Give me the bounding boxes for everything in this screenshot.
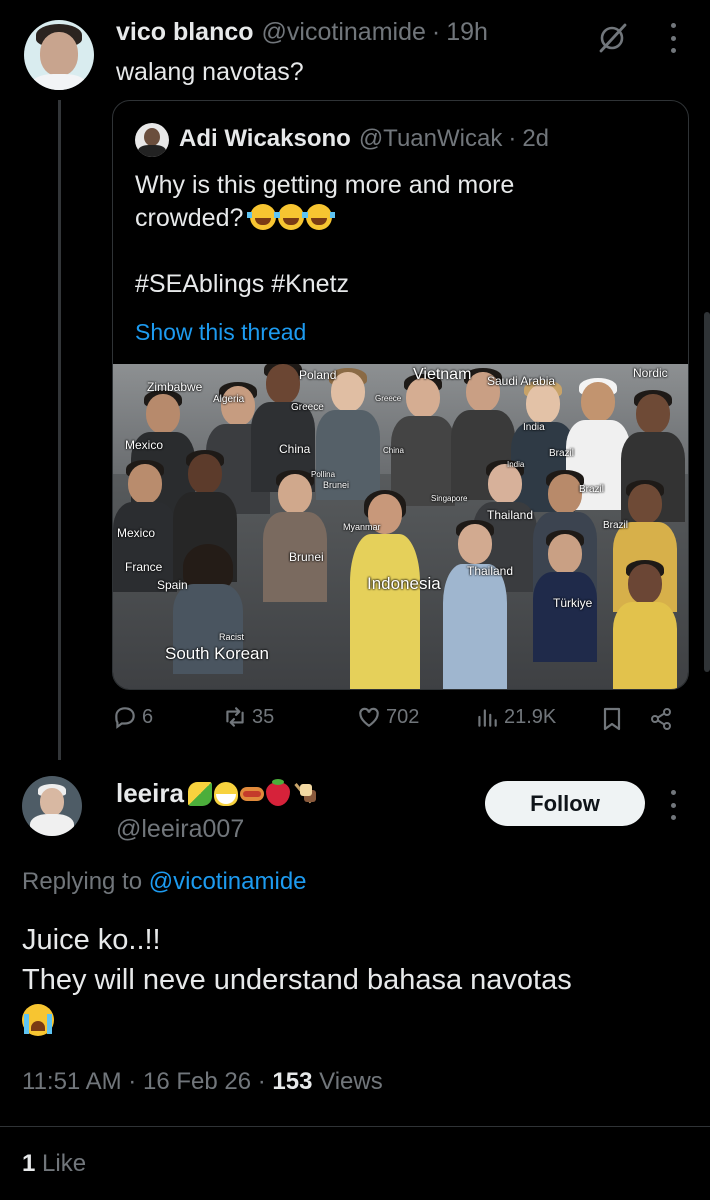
author-name[interactable]: vico blanco xyxy=(116,18,254,47)
corn-emoji xyxy=(187,781,212,806)
laughing-emoji xyxy=(275,204,308,230)
meme-label-brazil-2: Brazil xyxy=(579,484,605,495)
quote-line-1: Why is this getting more and more xyxy=(135,171,515,199)
meme-label-india-2: India xyxy=(507,460,525,469)
repost-icon xyxy=(226,707,244,727)
strawberry-emoji xyxy=(265,778,290,806)
hotdog-emoji xyxy=(239,786,264,801)
quote-blank-line xyxy=(135,235,665,268)
meme-label-brazil-3: Brazil xyxy=(603,520,629,531)
quote-line-2: crowded? xyxy=(135,202,665,235)
repost-count: 35 xyxy=(252,705,275,728)
meme-label-south-korean: South Korean xyxy=(165,644,269,663)
replying-mention-link[interactable]: @vicotinamide xyxy=(149,868,307,895)
likes-label: Like xyxy=(42,1150,87,1177)
quoted-tweet[interactable]: Adi Wicaksono @TuanWicak · 2d Why is thi… xyxy=(112,100,689,690)
replying-to: Replying to @vicotinamide xyxy=(22,868,307,895)
quote-author-name: Adi Wicaksono xyxy=(179,125,351,152)
reply-text: Juice ko..!! They will neve understand b… xyxy=(22,920,692,1047)
tweet-header: vico blanco @vicotinamide · 19h xyxy=(116,18,488,47)
divider xyxy=(0,1126,710,1127)
reply-button[interactable]: 6 xyxy=(112,704,153,730)
grok-icon[interactable] xyxy=(596,22,628,54)
tweet-text: walang navotas? xyxy=(116,58,304,86)
tweet-actions: 6 35 702 21.9K xyxy=(112,700,689,740)
crying-emoji xyxy=(22,1004,54,1036)
meme-label-mexico-2: Mexico xyxy=(117,526,156,540)
meme-label-thailand: Thailand xyxy=(487,508,534,522)
follow-button[interactable]: Follow xyxy=(485,781,645,826)
likes-summary[interactable]: 1 Like xyxy=(22,1150,86,1178)
show-thread-link[interactable]: Show this thread xyxy=(135,319,306,346)
quote-header: Adi Wicaksono @TuanWicak · 2d xyxy=(179,125,549,153)
reply-icon xyxy=(115,707,135,729)
quote-hashtags[interactable]: #SEAblings #Knetz xyxy=(135,268,665,301)
reply-line-1: Juice ko..!! xyxy=(22,924,161,956)
header-separator: · xyxy=(431,18,441,46)
reply-count: 6 xyxy=(142,705,154,728)
meme-label-france: France xyxy=(125,560,163,574)
tweet-vico-blanco[interactable]: vico blanco @vicotinamide · 19h walang n… xyxy=(0,0,710,760)
tweet-time[interactable]: 19h xyxy=(446,18,488,47)
meme-label-china: China xyxy=(279,442,311,456)
meme-label-thailand-2: Thailand xyxy=(467,564,514,578)
meme-label-mexico: Mexico xyxy=(125,438,164,452)
quote-time: 2d xyxy=(522,125,550,152)
skewer-emoji xyxy=(292,782,316,806)
meme-label-brunei-2: Brunei xyxy=(289,550,324,564)
meme-label-vietnam: Vietnam xyxy=(413,366,472,383)
views-count: 21.9K xyxy=(504,705,557,728)
meme-label-racist: Racist xyxy=(219,632,245,642)
views-icon xyxy=(478,709,497,727)
meme-label-greece-2: Greece xyxy=(375,394,402,403)
name-emojis xyxy=(187,778,316,806)
views-button[interactable]: 21.9K xyxy=(474,704,556,730)
meme-label-poland: Poland xyxy=(299,368,337,382)
more-icon[interactable] xyxy=(666,23,680,53)
tweet-date[interactable]: 16 Feb 26 xyxy=(143,1068,251,1095)
quote-author-handle: @TuanWicak xyxy=(358,125,503,152)
tweet-time-of-day[interactable]: 11:51 AM xyxy=(22,1068,122,1095)
meme-label-myanmar: Myanmar xyxy=(343,522,381,532)
meme-label-spain: Spain xyxy=(157,578,188,592)
share-icon[interactable] xyxy=(648,706,674,732)
tweet-timestamp: 11:51 AM · 16 Feb 26 · 153 Views xyxy=(22,1068,383,1095)
quoted-tweet-image[interactable]: Zimbabwe Algeria Poland Greece Greece Vi… xyxy=(113,364,688,689)
meme-label-brazil: Brazil xyxy=(549,448,575,459)
meme-label-saudi-arabia: Saudi Arabia xyxy=(487,374,556,388)
like-button[interactable]: 702 xyxy=(356,704,419,730)
hatching-chick-emoji xyxy=(213,781,238,806)
views-label: Views xyxy=(319,1068,383,1095)
likes-count: 1 xyxy=(22,1150,36,1177)
avatar-leeira[interactable] xyxy=(22,776,82,836)
meme-label-zimbabwe: Zimbabwe xyxy=(147,380,203,394)
view-count: 153 xyxy=(272,1068,313,1095)
more-icon[interactable] xyxy=(666,790,680,820)
like-count: 702 xyxy=(386,705,420,728)
meme-label-china-2: China xyxy=(383,446,404,455)
repost-button[interactable]: 35 xyxy=(222,704,274,730)
laughing-emoji xyxy=(303,204,336,230)
meme-label-greece: Greece xyxy=(291,402,324,413)
meme-label-turkiye: Türkiye xyxy=(553,596,593,610)
meme-label-indonesia: Indonesia xyxy=(367,574,441,593)
meme-label-india: India xyxy=(523,422,545,433)
avatar-vico-blanco[interactable] xyxy=(24,20,94,90)
reply-author-name[interactable]: leeira xyxy=(116,778,316,809)
reply-line-2: They will neve understand bahasa navotas xyxy=(22,964,572,996)
reply-author-handle[interactable]: @leeira007 xyxy=(116,815,244,844)
quote-separator: · xyxy=(508,125,517,152)
like-icon xyxy=(359,707,379,727)
bookmark-icon[interactable] xyxy=(600,706,624,732)
meme-label-brunei: Brunei xyxy=(323,480,350,490)
meme-label-algeria: Algeria xyxy=(213,394,245,405)
meme-label-nordic: Nordic xyxy=(633,366,668,380)
quote-text: Why is this getting more and more crowde… xyxy=(135,169,665,301)
laughing-emoji xyxy=(247,204,280,230)
avatar-adi-wicaksono[interactable] xyxy=(135,123,169,157)
author-handle[interactable]: @vicotinamide xyxy=(262,18,426,47)
meme-label-singapore: Singapore xyxy=(431,494,468,503)
meme-label-pollina: Pollina xyxy=(311,470,336,479)
